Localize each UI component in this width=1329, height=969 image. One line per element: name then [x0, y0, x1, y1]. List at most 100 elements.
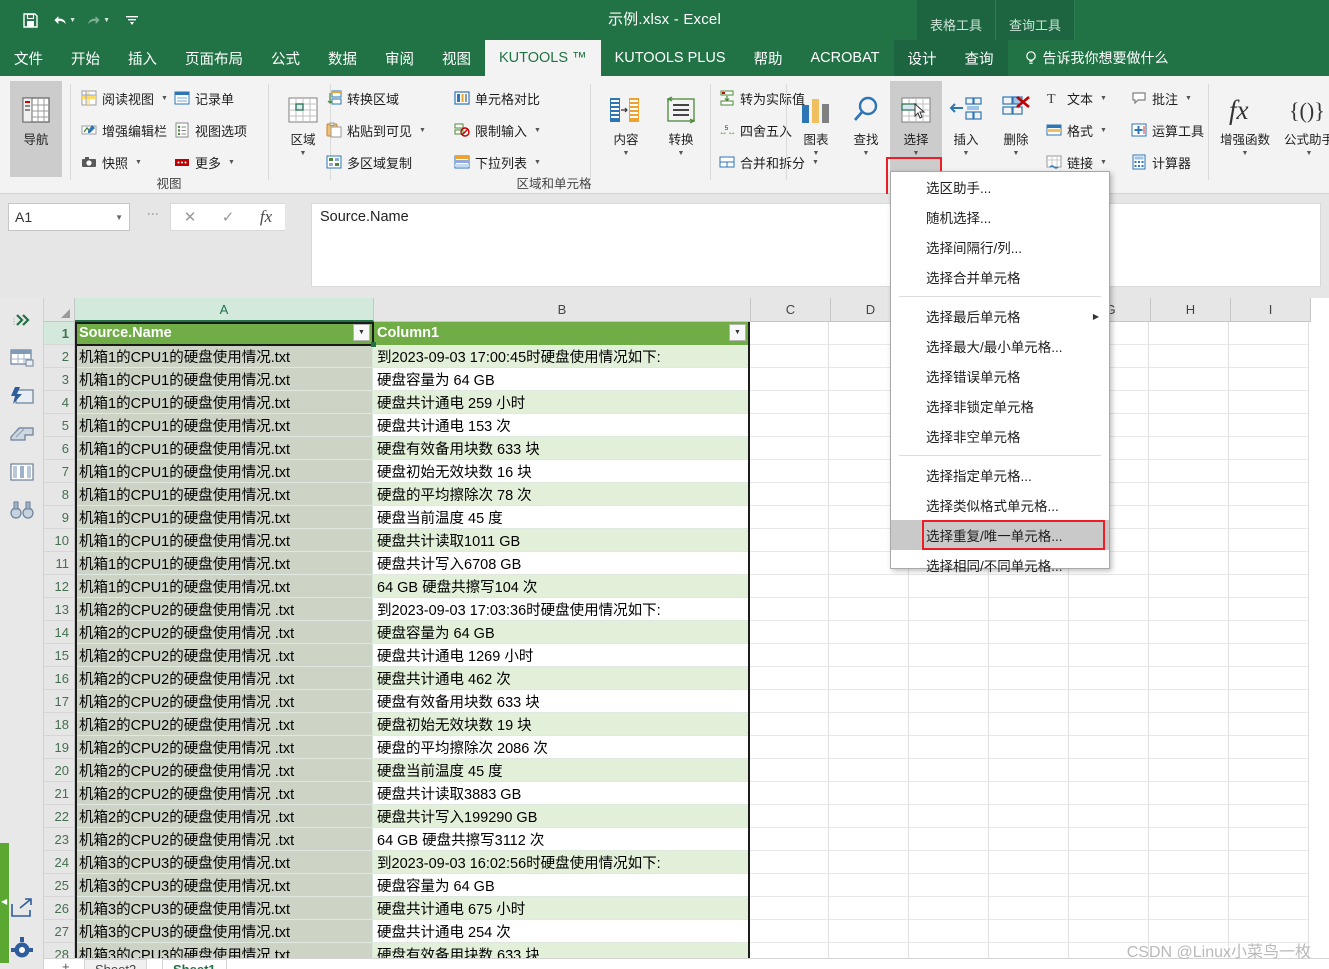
empty-cell[interactable] — [749, 506, 829, 529]
column-tool-icon[interactable] — [0, 452, 44, 492]
empty-cell[interactable] — [829, 897, 909, 920]
paste-to-visible-item[interactable]: 粘贴到可见 ▼ — [325, 116, 426, 144]
tab-file[interactable]: 文件 — [0, 40, 57, 76]
cell-a6[interactable]: 机箱1的CPU1的硬盘使用情况.txt — [75, 437, 373, 460]
empty-cell[interactable] — [1149, 667, 1229, 690]
paste-to-visible-caret-icon[interactable]: ▼ — [419, 127, 426, 134]
format-caret-icon[interactable]: ▼ — [1100, 127, 1107, 134]
tell-me-search[interactable]: 告诉我你想要做什么 — [1024, 48, 1169, 68]
menu-item-12[interactable]: 选择相同/不同单元格... — [891, 550, 1109, 580]
chart-button[interactable]: 图表 ▼ — [790, 81, 842, 177]
empty-cell[interactable] — [749, 529, 829, 552]
column-header-b[interactable]: B — [374, 298, 751, 322]
empty-cell[interactable] — [1149, 437, 1229, 460]
range-button[interactable]: 区域 ▼ — [277, 81, 329, 177]
expand-pane-icon[interactable]: ⋮ — [0, 300, 44, 340]
empty-cell[interactable] — [989, 805, 1069, 828]
empty-cell[interactable] — [749, 621, 829, 644]
cell-b17[interactable]: 硬盘有效备用块数 633 块 — [373, 690, 749, 713]
empty-cell[interactable] — [909, 644, 989, 667]
empty-cell[interactable] — [1149, 575, 1229, 598]
link-caret-icon[interactable]: ▼ — [1100, 159, 1107, 166]
empty-cell[interactable] — [749, 713, 829, 736]
empty-cell[interactable] — [1229, 782, 1309, 805]
convert-caret-icon[interactable]: ▼ — [678, 150, 685, 157]
formula-bar-grip[interactable]: ⋮ — [146, 208, 160, 220]
tab-view[interactable]: 视图 — [428, 40, 485, 76]
empty-cell[interactable] — [829, 920, 909, 943]
menu-item-4[interactable]: 选择最后单元格 ▶ — [891, 301, 1109, 331]
empty-cell[interactable] — [1229, 644, 1309, 667]
row-header-3[interactable]: 3 — [44, 368, 75, 391]
row-header-11[interactable]: 11 — [44, 552, 75, 575]
name-box[interactable]: A1 ▼ — [8, 203, 130, 231]
cell-b18[interactable]: 硬盘初始无效块数 19 块 — [373, 713, 749, 736]
empty-cell[interactable] — [749, 736, 829, 759]
select-dropdown-menu[interactable]: 选区助手... 随机选择... 选择间隔行/列... 选择合并单元格 选择最后单元格 ▶ 选… — [890, 171, 1110, 574]
drop-down-list-item[interactable]: 下拉列表 ▼ — [453, 148, 541, 176]
record-form-item[interactable]: 记录单 — [173, 84, 234, 112]
empty-cell[interactable] — [1229, 437, 1309, 460]
empty-cell[interactable] — [829, 621, 909, 644]
empty-cell[interactable] — [1229, 759, 1309, 782]
empty-cell[interactable] — [1149, 483, 1229, 506]
menu-item-1[interactable]: 随机选择... — [891, 202, 1109, 232]
column-header-a[interactable]: A — [75, 298, 374, 322]
cell-a18[interactable]: 机箱2的CPU2的硬盘使用情况 .txt — [75, 713, 373, 736]
cell-a23[interactable]: 机箱2的CPU2的硬盘使用情况 .txt — [75, 828, 373, 851]
tab-home[interactable]: 开始 — [57, 40, 114, 76]
cell-a5[interactable]: 机箱1的CPU1的硬盘使用情况.txt — [75, 414, 373, 437]
column-header-h[interactable]: H — [1151, 298, 1231, 322]
empty-cell[interactable] — [989, 667, 1069, 690]
tab-query[interactable]: 查询 — [950, 40, 1008, 76]
content-button[interactable]: 内容 ▼ — [600, 81, 652, 177]
cell-a3[interactable]: 机箱1的CPU1的硬盘使用情况.txt — [75, 368, 373, 391]
empty-cell[interactable] — [1149, 805, 1229, 828]
cell-b3[interactable]: 硬盘容量为 64 GB — [373, 368, 749, 391]
cell-b16[interactable]: 硬盘共计通电 462 次 — [373, 667, 749, 690]
row-header-19[interactable]: 19 — [44, 736, 75, 759]
empty-cell[interactable] — [1229, 552, 1309, 575]
empty-cell[interactable] — [749, 437, 829, 460]
empty-cell[interactable] — [1229, 690, 1309, 713]
row-header-10[interactable]: 10 — [44, 529, 75, 552]
empty-cell[interactable] — [989, 828, 1069, 851]
row-header-2[interactable]: 2 — [44, 345, 75, 368]
empty-cell[interactable] — [989, 897, 1069, 920]
text-item[interactable]: T 文本 ▼ — [1045, 84, 1107, 112]
row-header-13[interactable]: 13 — [44, 598, 75, 621]
empty-cell[interactable] — [749, 414, 829, 437]
empty-cell[interactable] — [1229, 667, 1309, 690]
empty-cell[interactable] — [749, 460, 829, 483]
cell-b13[interactable]: 到2023-09-03 17:03:36时硬盘使用情况如下: — [373, 598, 749, 621]
empty-cell[interactable] — [909, 897, 989, 920]
empty-cell[interactable] — [1229, 529, 1309, 552]
cell-a19[interactable]: 机箱2的CPU2的硬盘使用情况 .txt — [75, 736, 373, 759]
row-header-25[interactable]: 25 — [44, 874, 75, 897]
empty-cell[interactable] — [749, 759, 829, 782]
calculator-item[interactable]: 计算器 — [1130, 148, 1191, 176]
cell-a20[interactable]: 机箱2的CPU2的硬盘使用情况 .txt — [75, 759, 373, 782]
select-all-corner[interactable] — [44, 298, 75, 322]
empty-cell[interactable] — [829, 690, 909, 713]
empty-cell[interactable] — [1229, 322, 1309, 345]
empty-cell[interactable] — [1149, 874, 1229, 897]
range-caret-icon[interactable]: ▼ — [300, 150, 307, 157]
empty-cell[interactable] — [1069, 805, 1149, 828]
cell-a7[interactable]: 机箱1的CPU1的硬盘使用情况.txt — [75, 460, 373, 483]
empty-cell[interactable] — [1149, 851, 1229, 874]
empty-cell[interactable] — [909, 828, 989, 851]
cell-a2[interactable]: 机箱1的CPU1的硬盘使用情况.txt — [75, 345, 373, 368]
cell-b26[interactable]: 硬盘共计通电 675 小时 — [373, 897, 749, 920]
empty-cell[interactable] — [829, 805, 909, 828]
row-header-7[interactable]: 7 — [44, 460, 75, 483]
cell-b8[interactable]: 硬盘的平均擦除次 78 次 — [373, 483, 749, 506]
empty-cell[interactable] — [989, 736, 1069, 759]
empty-cell[interactable] — [1229, 460, 1309, 483]
reading-layout-caret-icon[interactable]: ▼ — [161, 95, 168, 102]
tab-design[interactable]: 设计 — [893, 40, 951, 76]
menu-item-7[interactable]: 选择非锁定单元格 — [891, 391, 1109, 421]
cell-b22[interactable]: 硬盘共计写入199290 GB — [373, 805, 749, 828]
cell-a12[interactable]: 机箱1的CPU1的硬盘使用情况.txt — [75, 575, 373, 598]
empty-cell[interactable] — [909, 851, 989, 874]
